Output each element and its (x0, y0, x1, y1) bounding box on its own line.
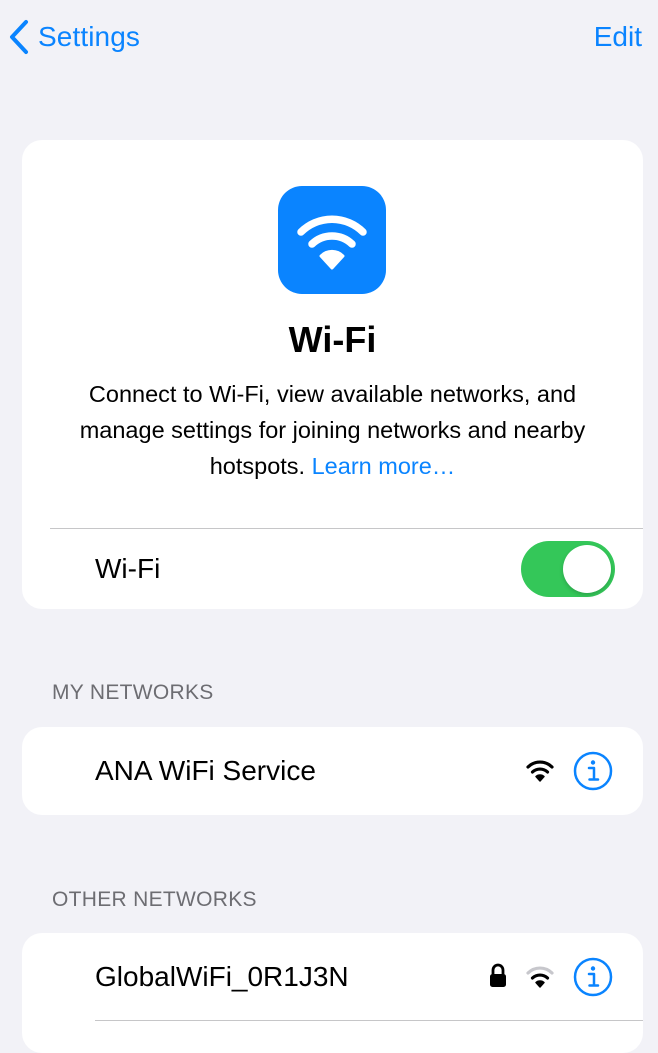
divider (50, 528, 643, 529)
network-info-button[interactable] (573, 751, 613, 791)
toggle-knob (563, 545, 611, 593)
navigation-bar: Settings Edit (0, 0, 658, 76)
wifi-app-icon (278, 186, 386, 294)
wifi-info-card: Wi-Fi Connect to Wi-Fi, view available n… (22, 140, 643, 609)
lock-icon (490, 963, 506, 987)
network-name: GlobalWiFi_0R1J3N (95, 961, 349, 992)
info-icon (573, 751, 613, 791)
my-networks-list: ANA WiFi Service (22, 727, 643, 815)
page-title: Wi-Fi (288, 319, 377, 360)
wifi-signal-full-icon (526, 760, 554, 782)
wifi-toggle[interactable] (521, 541, 615, 597)
wifi-signal-medium-icon (526, 966, 554, 988)
other-networks-list: GlobalWiFi_0R1J3N (22, 933, 643, 1053)
network-row-globalwifi[interactable]: GlobalWiFi_0R1J3N (22, 933, 643, 1021)
back-button-label: Settings (38, 21, 140, 52)
wifi-toggle-label: Wi-Fi (95, 553, 161, 584)
back-button[interactable]: Settings (8, 14, 140, 60)
other-networks-header: OTHER NETWORKS (52, 888, 257, 911)
info-icon (573, 957, 613, 997)
learn-more-link[interactable]: Learn more… (312, 453, 456, 479)
chevron-left-icon (10, 20, 28, 54)
wifi-icon (297, 215, 367, 270)
my-networks-header: MY NETWORKS (52, 681, 214, 704)
edit-button[interactable]: Edit (594, 14, 642, 60)
row-divider (95, 1020, 643, 1021)
wifi-description: Connect to Wi-Fi, view available network… (46, 376, 619, 484)
network-info-button[interactable] (573, 957, 613, 997)
network-row-ana-wifi-service[interactable]: ANA WiFi Service (22, 727, 643, 815)
network-name: ANA WiFi Service (95, 755, 316, 786)
